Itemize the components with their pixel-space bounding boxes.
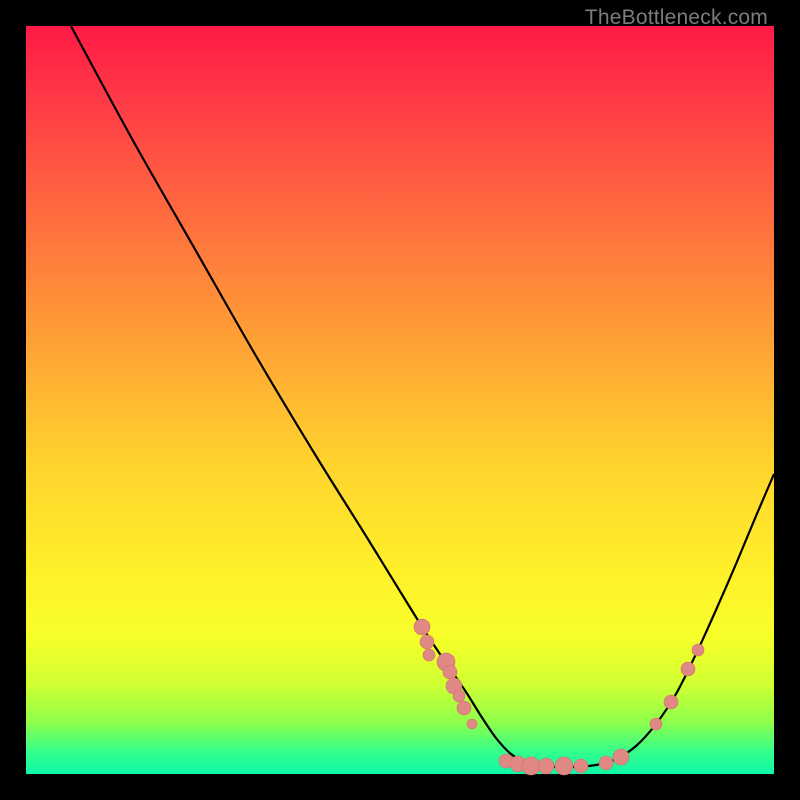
- curve-marker: [538, 758, 554, 774]
- curve-marker: [443, 665, 457, 679]
- bottleneck-curve: [71, 26, 774, 767]
- curve-marker: [692, 644, 704, 656]
- curve-marker: [664, 695, 678, 709]
- curve-marker: [423, 649, 435, 661]
- curve-marker: [467, 719, 477, 729]
- chart-plot-area: [26, 26, 774, 774]
- curve-marker: [522, 757, 540, 775]
- curve-marker: [574, 759, 588, 773]
- chart-svg: [26, 26, 774, 774]
- curve-marker: [599, 756, 613, 770]
- curve-marker: [420, 635, 434, 649]
- curve-marker: [613, 749, 629, 765]
- curve-marker: [457, 701, 471, 715]
- curve-markers: [414, 619, 704, 775]
- curve-marker: [650, 718, 662, 730]
- watermark-text: TheBottleneck.com: [585, 6, 768, 30]
- curve-marker: [414, 619, 430, 635]
- curve-marker: [555, 757, 573, 775]
- curve-marker: [453, 690, 465, 702]
- curve-marker: [681, 662, 695, 676]
